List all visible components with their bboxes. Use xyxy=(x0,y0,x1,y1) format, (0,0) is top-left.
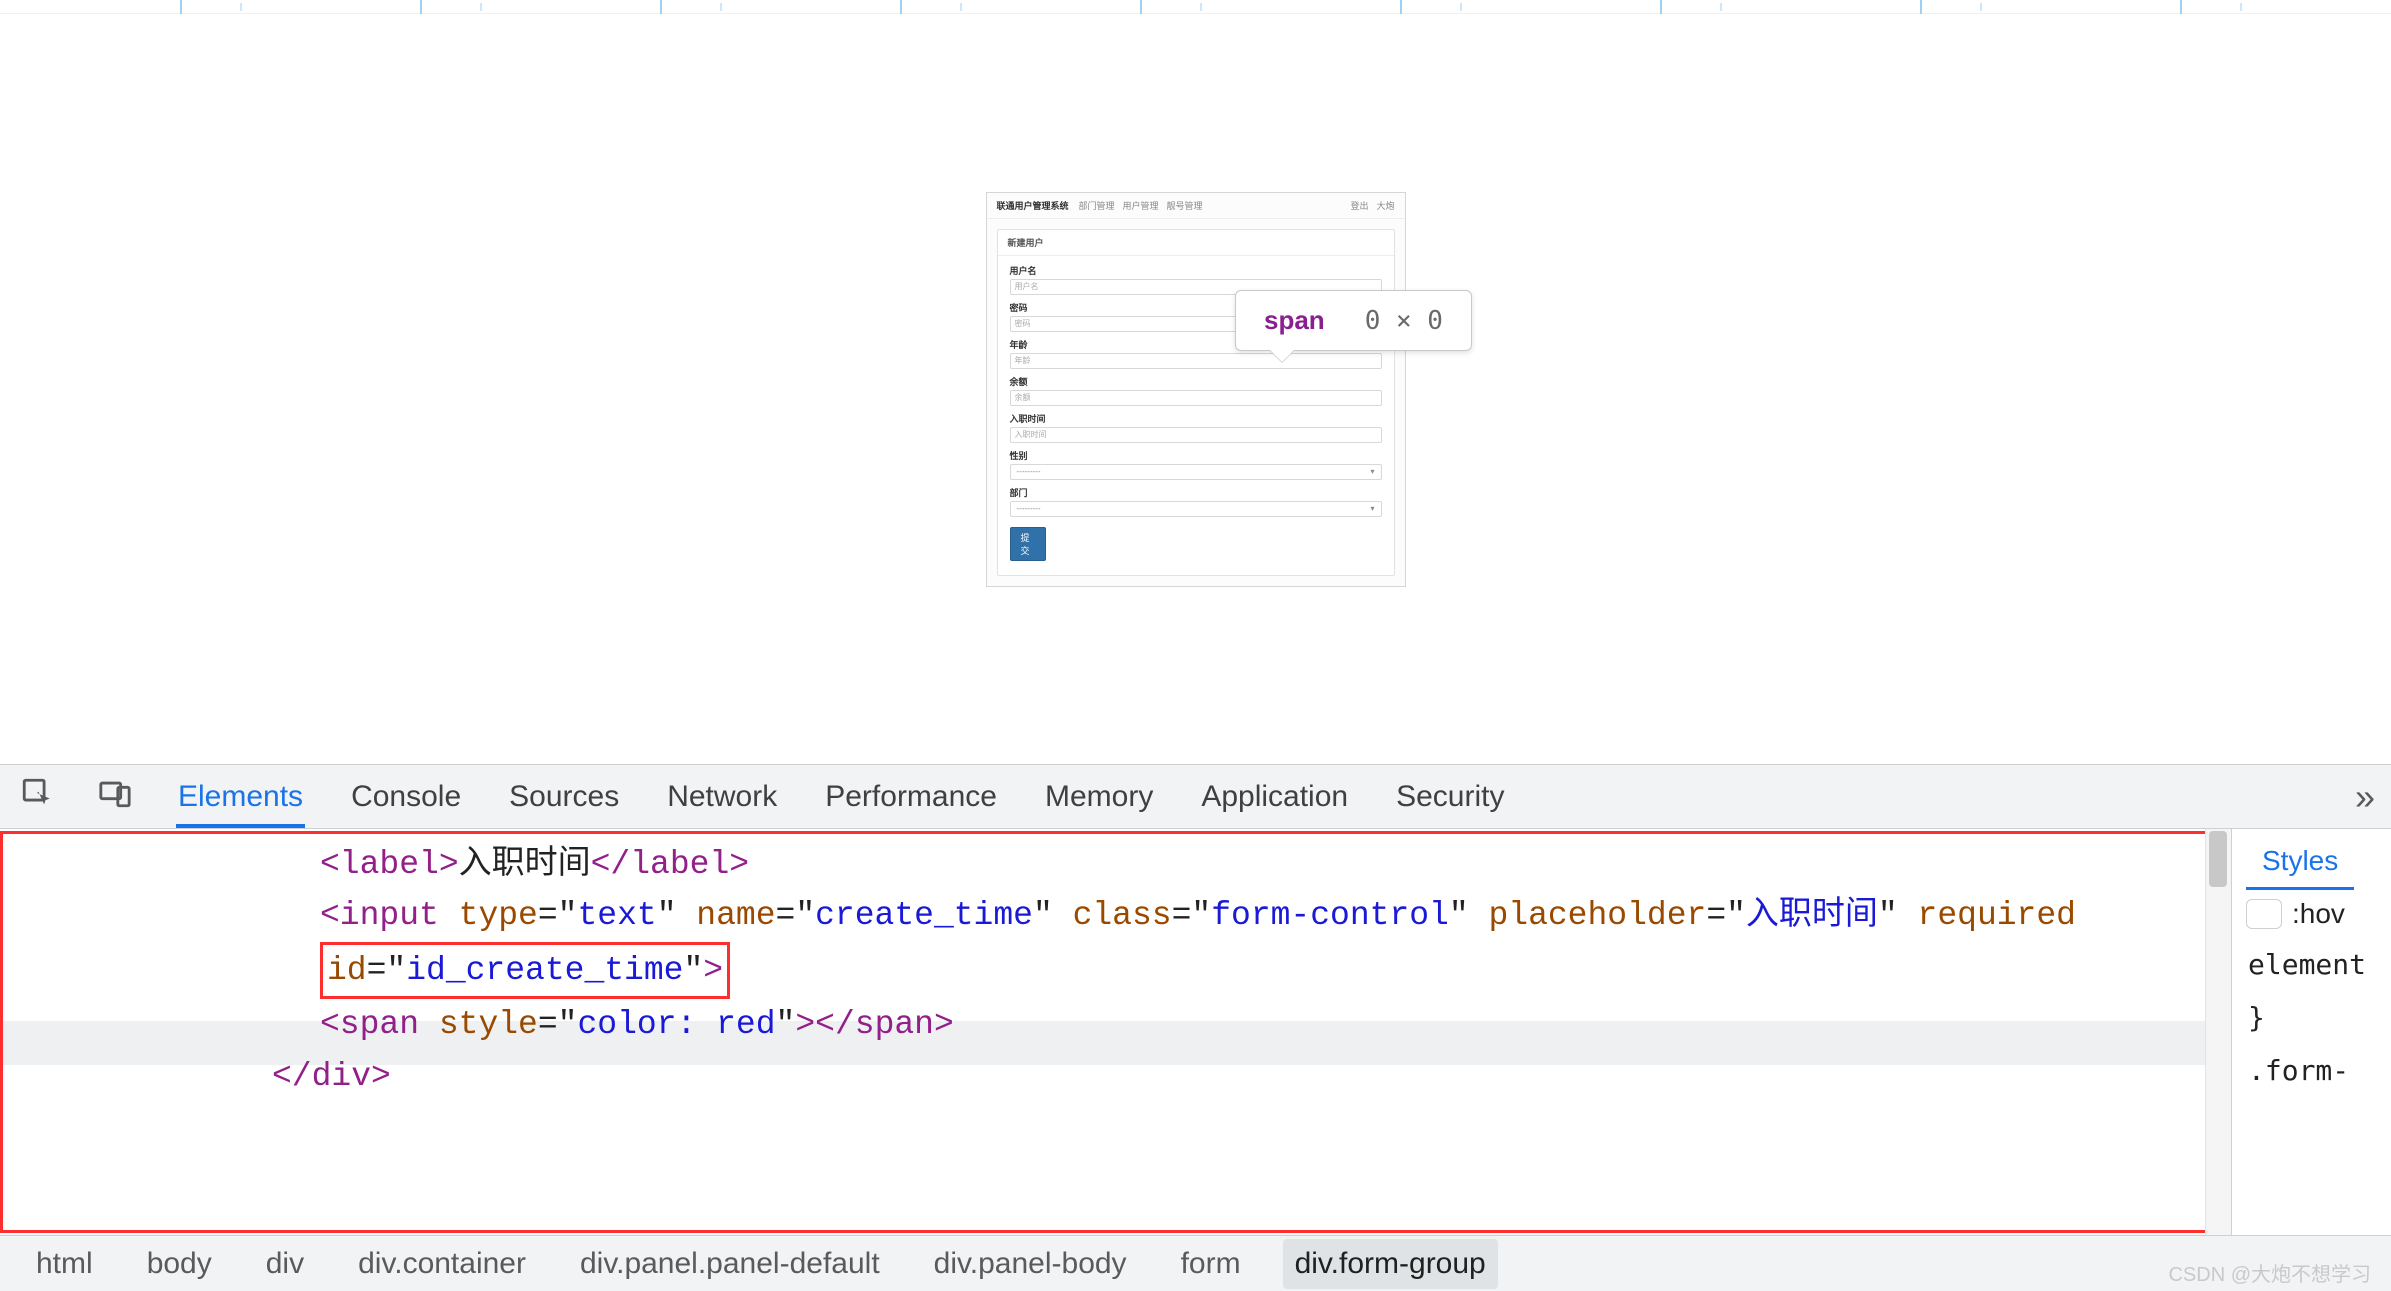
mini-nav-item[interactable]: 用户管理 xyxy=(1123,199,1159,212)
style-line: element xyxy=(2232,938,2391,991)
styles-tab[interactable]: Styles xyxy=(2246,835,2354,890)
input-age[interactable]: 年龄 xyxy=(1010,353,1382,369)
ruler xyxy=(0,0,2391,14)
label-balance: 余额 xyxy=(1010,375,1382,388)
elements-panel[interactable]: <label>入职时间</label> <input type="text" n… xyxy=(0,829,2231,1235)
style-line: } xyxy=(2232,991,2391,1044)
crumb-form[interactable]: form xyxy=(1169,1239,1253,1289)
scrollbar[interactable] xyxy=(2205,829,2231,1235)
crumb-div[interactable]: div xyxy=(254,1239,316,1289)
crumb-panel[interactable]: div.panel.panel-default xyxy=(568,1239,892,1289)
crumb-html[interactable]: html xyxy=(24,1239,105,1289)
tab-console[interactable]: Console xyxy=(349,766,463,828)
breadcrumb: html body div div.container div.panel.pa… xyxy=(0,1235,2391,1291)
devtools: Elements Console Sources Network Perform… xyxy=(0,764,2391,1291)
input-balance[interactable]: 余额 xyxy=(1010,390,1382,406)
page-preview: 联通用户管理系统 部门管理 用户管理 靓号管理 登出 大炮 新建用户 用户名 用户… xyxy=(0,14,2391,764)
mini-app: 联通用户管理系统 部门管理 用户管理 靓号管理 登出 大炮 新建用户 用户名 用户… xyxy=(986,192,1406,587)
mini-nav-right[interactable]: 大炮 xyxy=(1376,199,1394,212)
select-gender[interactable]: ---------▾ xyxy=(1010,464,1382,480)
tab-security[interactable]: Security xyxy=(1394,766,1506,828)
tooltip-tag: span xyxy=(1264,305,1325,336)
styles-panel: Styles :hov element } .form- xyxy=(2231,829,2391,1235)
tab-sources[interactable]: Sources xyxy=(507,766,621,828)
mini-panel: 新建用户 用户名用户名 密码密码 年龄年龄 余额余额 入职时间入职时间 性别--… xyxy=(997,229,1395,576)
device-toggle-icon[interactable] xyxy=(98,776,132,818)
mini-nav-right[interactable]: 登出 xyxy=(1350,199,1368,212)
mini-nav-item[interactable]: 部门管理 xyxy=(1079,199,1115,212)
mini-panel-title: 新建用户 xyxy=(998,230,1394,256)
mini-brand: 联通用户管理系统 xyxy=(997,199,1069,212)
select-depart[interactable]: ---------▾ xyxy=(1010,501,1382,517)
style-line: .form- xyxy=(2232,1044,2391,1097)
devtools-tabbar: Elements Console Sources Network Perform… xyxy=(0,765,2391,829)
crumb-container[interactable]: div.container xyxy=(346,1239,538,1289)
tab-application[interactable]: Application xyxy=(1199,766,1350,828)
label-create-time: 入职时间 xyxy=(1010,412,1382,425)
tab-memory[interactable]: Memory xyxy=(1043,766,1155,828)
dom-tree[interactable]: <label>入职时间</label> <input type="text" n… xyxy=(320,839,2201,1102)
chevron-down-icon: ▾ xyxy=(1370,504,1374,513)
crumb-form-group[interactable]: div.form-group xyxy=(1283,1239,1498,1289)
hov-toggle[interactable]: :hov xyxy=(2292,898,2345,930)
tab-performance[interactable]: Performance xyxy=(823,766,999,828)
input-create-time[interactable]: 入职时间 xyxy=(1010,427,1382,443)
tab-network[interactable]: Network xyxy=(665,766,779,828)
inspect-icon[interactable] xyxy=(20,776,54,818)
mini-nav-item[interactable]: 靓号管理 xyxy=(1167,199,1203,212)
mini-navbar: 联通用户管理系统 部门管理 用户管理 靓号管理 登出 大炮 xyxy=(987,193,1405,219)
crumb-body[interactable]: body xyxy=(135,1239,224,1289)
tooltip-dims: 0 × 0 xyxy=(1365,306,1443,336)
label-depart: 部门 xyxy=(1010,486,1382,499)
tab-elements[interactable]: Elements xyxy=(176,766,305,828)
crumb-panel-body[interactable]: div.panel-body xyxy=(922,1239,1139,1289)
filter-chip[interactable] xyxy=(2246,899,2282,929)
label-gender: 性别 xyxy=(1010,449,1382,462)
more-tabs-icon[interactable]: » xyxy=(2355,776,2371,818)
submit-button[interactable]: 提 交 xyxy=(1010,527,1046,561)
chevron-down-icon: ▾ xyxy=(1370,467,1374,476)
element-hover-tooltip: span 0 × 0 xyxy=(1235,290,1472,351)
label-username: 用户名 xyxy=(1010,264,1382,277)
